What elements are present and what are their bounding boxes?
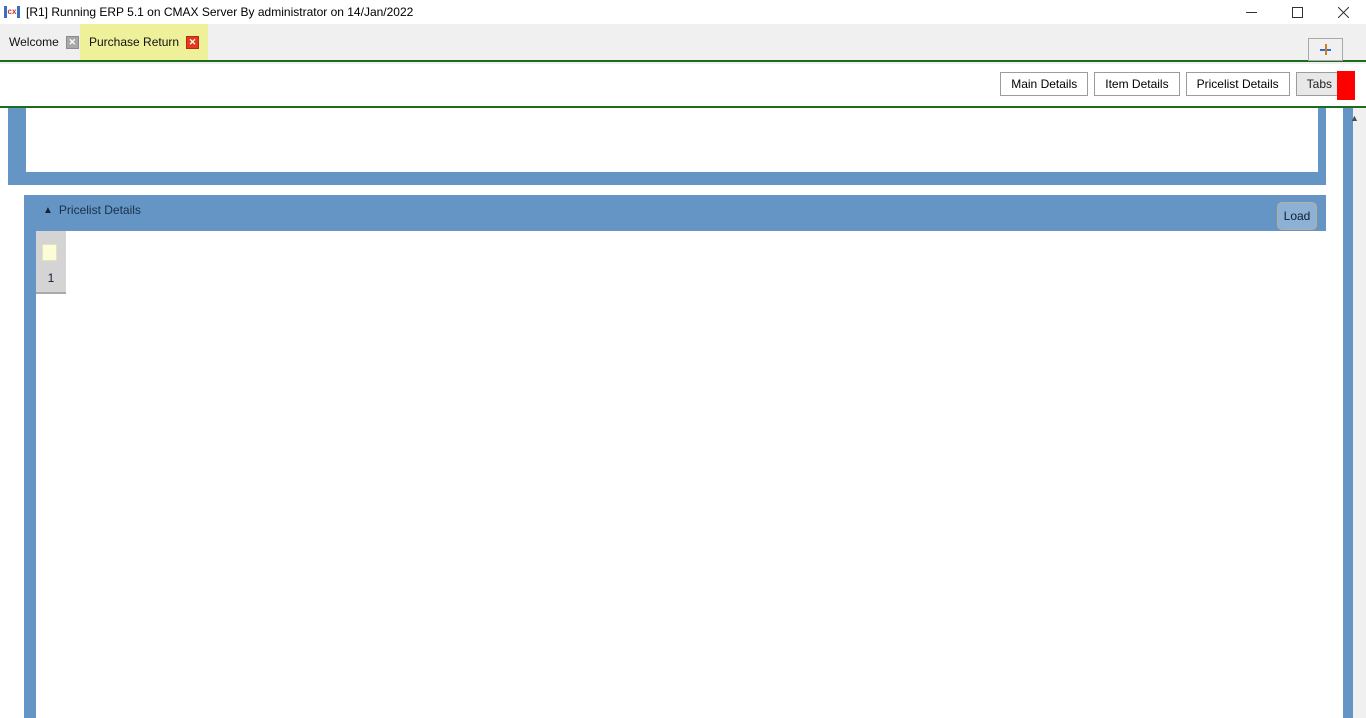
form-body: ❮ ❯ ▲ Pricelist Details Load 1 [0, 108, 1366, 718]
pricelist-details-header[interactable]: ▲ Pricelist Details Load [24, 195, 1326, 231]
pricelist-grid[interactable]: 1 [36, 231, 1326, 718]
maximize-icon[interactable] [1274, 0, 1320, 24]
new-tab-button[interactable] [1308, 38, 1343, 61]
section-toolbar: Main Details Item Details Pricelist Deta… [0, 64, 1366, 108]
window-controls [1228, 0, 1366, 24]
grid-corner-cell[interactable] [42, 244, 57, 261]
title-bar: cx [R1] Running ERP 5.1 on CMAX Server B… [0, 0, 1366, 24]
chevron-up-icon[interactable]: ▲ [1343, 108, 1366, 128]
close-icon[interactable] [1320, 0, 1366, 24]
item-details-grid-area [26, 108, 1318, 172]
pricelist-details-panel: ▲ Pricelist Details Load 1 [24, 195, 1326, 718]
tab-welcome-label: Welcome [9, 35, 59, 49]
cx-app-icon: cx [4, 4, 20, 20]
minimize-icon[interactable] [1228, 0, 1274, 24]
tab-purchase-return-label: Purchase Return [89, 35, 180, 49]
tab-strip: Welcome ✕ Purchase Return ✕ [0, 24, 1366, 62]
application-window: cx [R1] Running ERP 5.1 on CMAX Server B… [0, 0, 1366, 718]
panel-left-bar [8, 108, 24, 185]
tab-purchase-return-close-icon[interactable]: ✕ [186, 35, 200, 49]
tab-welcome-close-icon[interactable]: ✕ [65, 35, 79, 49]
pricelist-details-title-text: Pricelist Details [58, 203, 141, 217]
collapse-caret-icon[interactable]: ▲ [43, 205, 53, 216]
grid-row-header-column: 1 [36, 231, 66, 294]
section-button-group: Main Details Item Details Pricelist Deta… [1000, 72, 1343, 96]
tabs-button[interactable]: Tabs [1295, 72, 1343, 96]
tab-welcome[interactable]: Welcome ✕ [0, 24, 88, 60]
red-marker-overlay [1337, 71, 1355, 100]
pricelist-details-title: ▲ Pricelist Details [43, 203, 141, 217]
item-details-panel-remnant [8, 108, 1326, 185]
tab-purchase-return[interactable]: Purchase Return ✕ [80, 24, 209, 60]
page-vscrollbar[interactable]: ▲ [1343, 108, 1366, 718]
grid-row-number[interactable]: 1 [36, 268, 66, 288]
page-vscrollbar-blue-strip [1343, 108, 1353, 718]
load-button[interactable]: Load [1277, 202, 1317, 230]
item-details-button[interactable]: Item Details [1094, 72, 1180, 96]
main-details-button[interactable]: Main Details [1000, 72, 1089, 96]
window-title: [R1] Running ERP 5.1 on CMAX Server By a… [26, 5, 414, 19]
plus-icon [1320, 44, 1331, 55]
pricelist-details-button[interactable]: Pricelist Details [1185, 72, 1290, 96]
